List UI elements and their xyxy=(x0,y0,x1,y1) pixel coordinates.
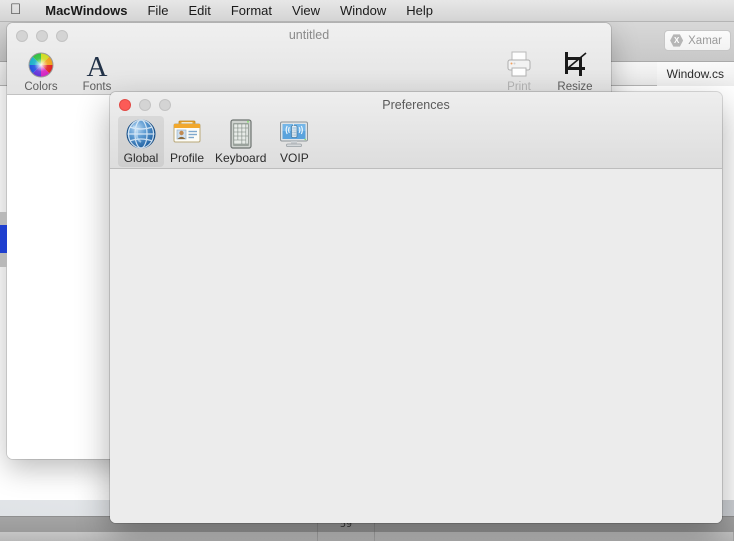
document-tab-window-cs[interactable]: Window.cs xyxy=(656,62,734,86)
color-wheel-icon xyxy=(27,47,55,79)
document-tab-label: Window.cs xyxy=(666,67,724,81)
toolbar-button-fonts[interactable]: A Fonts xyxy=(71,47,123,94)
apple-logo-icon[interactable]:  xyxy=(10,2,21,17)
macos-menu-bar[interactable]:  MacWindows File Edit Format View Windo… xyxy=(0,0,734,22)
toolbar-button-colors[interactable]: Colors xyxy=(15,47,67,93)
untitled-toolbar-right[interactable]: Print Resize xyxy=(493,47,601,93)
untitled-titlebar[interactable]: untitled Colors A Fonts Print Resize xyxy=(7,23,611,95)
menu-item-help[interactable]: Help xyxy=(396,0,443,22)
toolbar-tab-label-keyboard: Keyboard xyxy=(215,151,267,165)
preferences-window-title: Preferences xyxy=(382,98,450,112)
toolbar-tab-label-global: Global xyxy=(123,151,159,165)
untitled-toolbar-left[interactable]: Colors A Fonts xyxy=(15,47,123,93)
toolbar-tab-label-profile: Profile xyxy=(169,151,204,165)
xamarin-hex-logo-icon: X xyxy=(670,34,684,47)
toolbar-tab-label-voip: VOIP xyxy=(280,151,309,165)
toolbar-tab-global[interactable]: Global xyxy=(118,116,164,167)
left-edge-gutter-top xyxy=(0,212,7,225)
preferences-window[interactable]: Preferences Global Profile Keyboard VOIP xyxy=(110,92,722,523)
xamarin-account-chip[interactable]: X Xamar xyxy=(664,30,731,51)
preferences-toolbar[interactable]: Global Profile Keyboard VOIP xyxy=(118,116,317,167)
menu-item-macwindows[interactable]: MacWindows xyxy=(35,0,137,22)
status-bottom-seg xyxy=(318,532,375,541)
printer-icon xyxy=(504,47,534,79)
voip-monitor-icon xyxy=(278,118,310,150)
status-bottom-seg xyxy=(375,532,734,541)
menu-item-edit[interactable]: Edit xyxy=(178,0,220,22)
toolbar-tab-keyboard[interactable]: Keyboard xyxy=(210,116,271,167)
left-edge-selection-marker xyxy=(0,225,7,253)
toolbar-button-resize[interactable]: Resize xyxy=(549,47,601,93)
xamarin-account-label: Xamar xyxy=(688,34,722,47)
font-a-icon: A xyxy=(86,51,108,83)
crop-resize-icon xyxy=(560,47,590,79)
menu-item-view[interactable]: View xyxy=(282,0,330,22)
preferences-content-pane[interactable] xyxy=(110,169,722,523)
toolbar-label-colors: Colors xyxy=(24,81,58,93)
globe-icon xyxy=(125,118,157,150)
id-card-icon xyxy=(171,118,203,150)
untitled-window-title: untitled xyxy=(288,28,330,42)
keypad-icon xyxy=(225,118,257,150)
xamarin-status-bottom xyxy=(0,532,734,541)
toolbar-tab-profile[interactable]: Profile xyxy=(164,116,210,167)
menu-item-window[interactable]: Window xyxy=(330,0,396,22)
preferences-titlebar[interactable]: Preferences Global Profile Keyboard VOIP xyxy=(110,92,722,169)
toolbar-button-print[interactable]: Print xyxy=(493,47,545,93)
toolbar-tab-voip[interactable]: VOIP xyxy=(271,116,317,167)
menu-item-format[interactable]: Format xyxy=(221,0,282,22)
left-edge-gutter-bottom xyxy=(0,253,7,267)
status-bottom-seg xyxy=(0,532,318,541)
menu-item-file[interactable]: File xyxy=(137,0,178,22)
